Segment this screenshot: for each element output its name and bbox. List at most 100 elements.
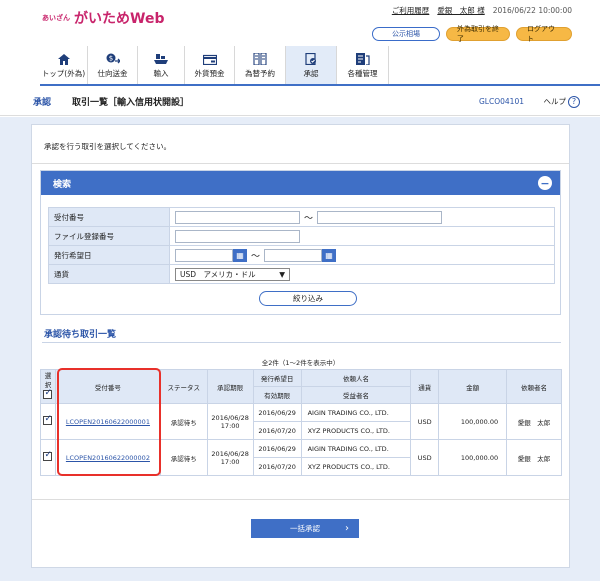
history-link[interactable]: ご利用履歴	[392, 5, 430, 16]
logo-main-text: がいためWeb	[74, 11, 165, 27]
deadline-cell: 2016/06/28 17:00	[206, 403, 254, 440]
requester-cell: 愛銀 太郎	[506, 439, 562, 476]
currency-cell: USD	[410, 403, 440, 440]
user-name-link[interactable]: 愛銀 太郎 様	[437, 5, 484, 16]
issue-date-cell: 2016/06/29	[252, 403, 302, 422]
applicant-header: 依頼人名	[300, 369, 412, 387]
bulk-approve-label: 一括承認	[290, 524, 320, 533]
nav-item-management[interactable]: 各種管理	[337, 46, 389, 84]
tilde: ～	[304, 213, 314, 224]
file-no-input[interactable]	[175, 229, 300, 243]
divider	[32, 163, 569, 164]
section-title: 承認	[33, 98, 52, 108]
management-icon	[355, 53, 370, 65]
nav-label: 仕向送金	[97, 69, 128, 78]
amount-header: 金額	[438, 369, 508, 404]
nav-label: 輸入	[153, 69, 169, 78]
deadline-time: 17:00	[220, 421, 240, 430]
svg-text:$: $	[108, 55, 112, 63]
help-icon[interactable]: ?	[568, 95, 580, 108]
list-title: 承認待ち取引一覧	[44, 330, 117, 340]
currency-select[interactable]: USD アメリカ・ドル ▼	[175, 267, 290, 281]
row-checkbox[interactable]	[43, 450, 53, 461]
top-bar: あいざん がいためWeb ご利用履歴 愛銀 太郎 様 2016/06/22 10…	[0, 0, 600, 46]
divider	[32, 499, 569, 500]
chevron-down-icon: ▼	[279, 269, 285, 279]
deadline-date: 2016/06/28	[211, 449, 249, 458]
deposit-icon	[202, 53, 217, 65]
receipt-no-to-input[interactable]	[317, 210, 443, 224]
row-checkbox[interactable]	[43, 414, 53, 425]
nav-item-import[interactable]: 輸入	[138, 46, 185, 84]
currency-header: 通貨	[410, 369, 440, 404]
select-all-checkbox[interactable]	[43, 388, 53, 399]
expiry-cell: 2016/07/20	[252, 457, 302, 476]
beneficiary-header: 受益者名	[300, 386, 412, 404]
nav-label: 承認	[303, 69, 319, 78]
highlight-box	[57, 368, 161, 476]
utility-links: ご利用履歴 愛銀 太郎 様 2016/06/22 10:00:00	[392, 5, 572, 16]
row-select-cell	[40, 439, 56, 476]
file-no-label: ファイル登録番号	[48, 226, 170, 246]
beneficiary-cell: XYZ PRODUCTS CO., LTD.	[300, 421, 412, 440]
currency-select-value: USD アメリカ・ドル	[180, 269, 256, 279]
currency-cell: USD	[410, 439, 440, 476]
approval-icon	[304, 53, 318, 65]
nav-item-approval[interactable]: 承認	[286, 46, 337, 84]
requester-cell: 愛銀 太郎	[506, 403, 562, 440]
fx-contract-icon	[253, 53, 267, 65]
chevron-right-icon: ›	[345, 523, 349, 534]
calendar-icon[interactable]: ▦	[233, 248, 247, 262]
search-panel-header[interactable]: 検索 −	[41, 171, 560, 195]
receipt-no-from-input[interactable]	[175, 210, 300, 224]
bulk-approve-button[interactable]: 一括承認 ›	[251, 519, 359, 538]
status-cell: 承認待ち	[159, 439, 208, 476]
issue-date-label: 発行希望日	[48, 245, 170, 265]
calendar-icon[interactable]: ▦	[322, 248, 337, 262]
deadline-date: 2016/06/28	[211, 413, 249, 422]
search-form: 受付番号 ～ ファイル登録番号 発行希望日 ▦ ～ ▦ 通貨 USD アメリカ・…	[48, 207, 555, 284]
currency-label: 通貨	[48, 264, 170, 284]
nav-label: 各種管理	[347, 69, 378, 78]
applicant-cell: AIGIN TRADING CO., LTD.	[300, 403, 412, 422]
nav-label: トップ(外為)	[41, 69, 86, 78]
instruction-text: 承認を行う取引を選択してください。	[44, 142, 172, 151]
beneficiary-cell: XYZ PRODUCTS CO., LTD.	[300, 457, 412, 476]
nav-item-top[interactable]: トップ(外為)	[40, 46, 88, 84]
requester-header: 依頼者名	[506, 369, 562, 404]
logo[interactable]: あいざん がいためWeb	[42, 8, 164, 28]
logo-small-text: あいざん	[42, 14, 70, 22]
result-count: 全2件（1～2件を表示中）	[261, 359, 340, 367]
status-header: ステータス	[159, 369, 208, 404]
utility-buttons: 公示相場 外為取引を終了 ログアウト	[372, 25, 572, 43]
page-title: 取引一覧［輸入信用状開設］	[72, 98, 190, 108]
nav-item-deposit[interactable]: 外貨預金	[185, 46, 235, 84]
import-icon	[154, 53, 168, 65]
rates-button[interactable]: 公示相場	[372, 27, 440, 41]
main-nav: トップ(外為) $ 仕向送金 輸入 外貨預金 為替予約 承認 各種管理	[40, 46, 600, 86]
applicant-cell: AIGIN TRADING CO., LTD.	[300, 439, 412, 458]
help-link[interactable]: ヘルプ	[544, 96, 567, 107]
home-icon	[57, 53, 71, 65]
search-panel: 検索 − 受付番号 ～ ファイル登録番号 発行希望日 ▦ ～ ▦ 通貨 USD …	[40, 170, 561, 315]
issue-date-from-input[interactable]	[175, 248, 233, 262]
expiry-cell: 2016/07/20	[252, 421, 302, 440]
nav-label: 為替予約	[245, 69, 275, 78]
nav-item-remittance[interactable]: $ 仕向送金	[88, 46, 138, 84]
logout-button[interactable]: ログアウト	[516, 25, 572, 43]
deadline-cell: 2016/06/28 17:00	[206, 439, 254, 476]
end-fx-button[interactable]: 外為取引を終了	[446, 25, 510, 43]
select-header: 選択	[40, 369, 56, 404]
list-divider	[42, 342, 561, 343]
issue-date-header: 発行希望日	[252, 369, 302, 387]
main-card: 承認を行う取引を選択してください。 検索 − 受付番号 ～ ファイル登録番号 発…	[31, 124, 570, 568]
collapse-icon[interactable]: −	[538, 176, 552, 190]
nav-label: 外貨預金	[194, 69, 225, 78]
screen-code: GLCO04101	[479, 97, 524, 106]
nav-item-fx-contract[interactable]: 為替予約	[235, 46, 286, 84]
issue-date-to-input[interactable]	[264, 248, 323, 262]
tilde: ～	[251, 251, 261, 262]
row-select-cell	[40, 403, 56, 440]
refine-button[interactable]: 絞り込み	[259, 291, 357, 306]
remittance-icon: $	[106, 53, 120, 65]
